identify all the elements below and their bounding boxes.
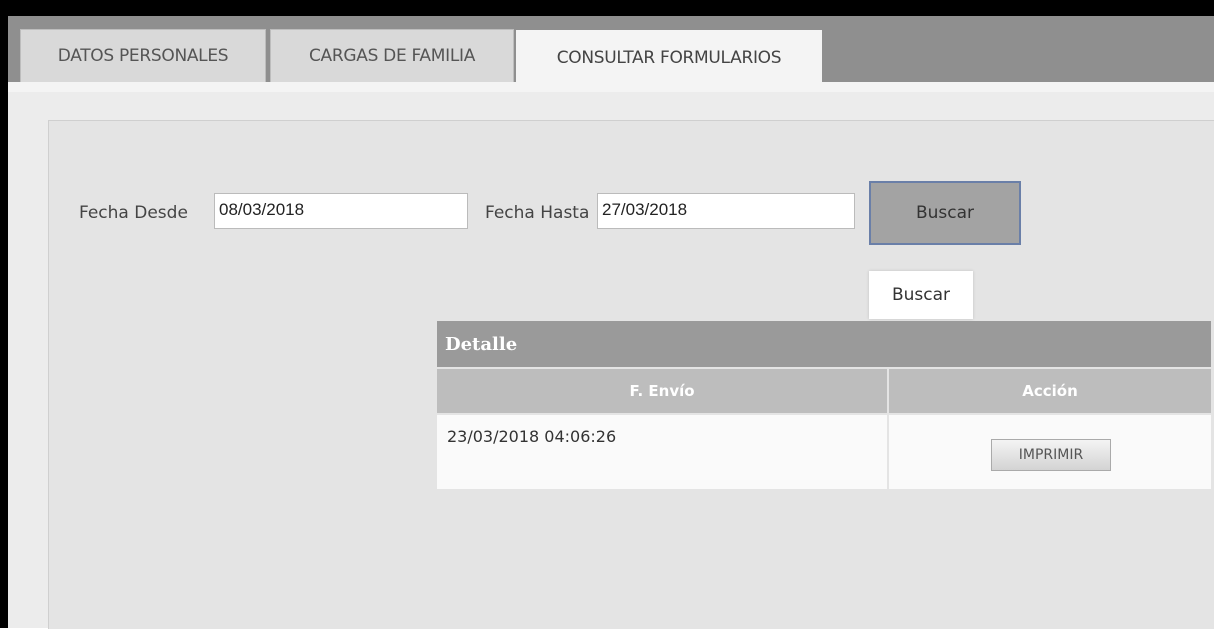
table-cell-fecha-envio: 23/03/2018 04:06:26 (437, 415, 887, 489)
tab-consultar-formularios[interactable]: CONSULTAR FORMULARIOS (516, 30, 822, 84)
column-header-fecha-envio: F. Envío (437, 369, 887, 413)
table-title: Detalle (437, 321, 1211, 367)
table-cell-accion: IMPRIMIR (889, 415, 1211, 489)
buscar-button[interactable]: Buscar (869, 181, 1021, 245)
fecha-hasta-input[interactable]: 27/03/2018 (597, 193, 855, 229)
fecha-hasta-label: Fecha Hasta (485, 203, 590, 223)
tab-content-strip (8, 82, 1214, 92)
column-header-accion: Acción (889, 369, 1211, 413)
tab-cargas-de-familia[interactable]: CARGAS DE FAMILIA (270, 29, 514, 82)
tab-datos-personales[interactable]: DATOS PERSONALES (20, 29, 266, 82)
buscar-tooltip: Buscar (869, 271, 973, 319)
content-area: DATOS PERSONALES CARGAS DE FAMILIA CONSU… (8, 16, 1214, 629)
window-frame: DATOS PERSONALES CARGAS DE FAMILIA CONSU… (0, 0, 1214, 629)
tab-bar: DATOS PERSONALES CARGAS DE FAMILIA CONSU… (8, 16, 1214, 84)
detalle-table: Detalle F. Envío Acción 23/03/2018 04:06… (437, 321, 1211, 489)
imprimir-button[interactable]: IMPRIMIR (991, 439, 1111, 471)
fecha-desde-label: Fecha Desde (79, 203, 188, 223)
search-panel: Fecha Desde 08/03/2018 Fecha Hasta 27/03… (48, 120, 1214, 629)
fecha-envio-value: 23/03/2018 04:06:26 (447, 427, 617, 446)
fecha-desde-input[interactable]: 08/03/2018 (214, 193, 468, 229)
